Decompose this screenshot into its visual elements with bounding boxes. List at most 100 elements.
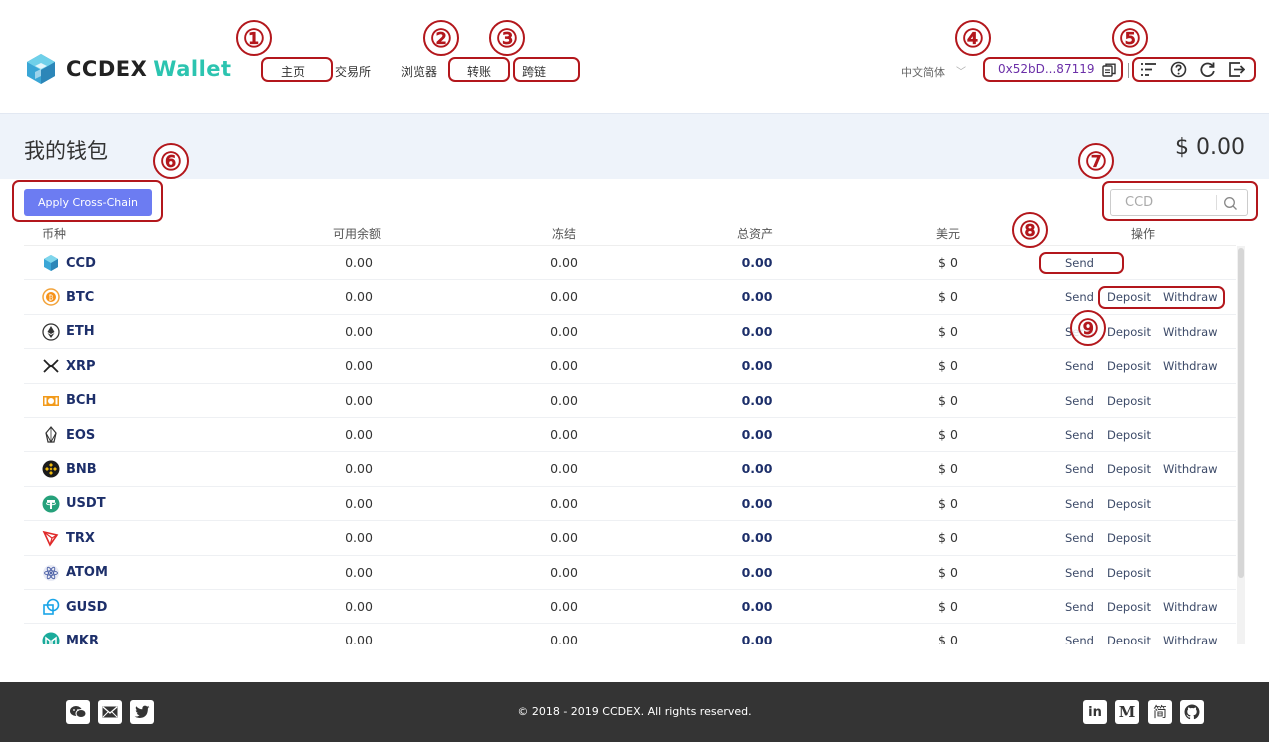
deposit-button[interactable]: Deposit bbox=[1107, 600, 1151, 614]
send-button[interactable]: Send bbox=[1065, 256, 1094, 270]
coin-name: EOS bbox=[66, 427, 96, 443]
nav-explorer[interactable]: 浏览器 bbox=[401, 63, 437, 80]
coin-name: USDT bbox=[66, 496, 106, 512]
top-header: CCDEX Wallet 主页 交易所 浏览器 转账 跨链 中文简体 ﹀ 0x52… bbox=[0, 0, 1269, 113]
coin-name: BNB bbox=[66, 461, 97, 477]
linkedin-glyph: in bbox=[1088, 704, 1102, 720]
coin-name: MKR bbox=[66, 633, 100, 644]
copy-icon[interactable] bbox=[1102, 63, 1116, 77]
usd-cell: $ 0 bbox=[938, 599, 958, 614]
send-button[interactable]: Send bbox=[1065, 566, 1094, 580]
send-button[interactable]: Send bbox=[1065, 497, 1094, 511]
table-header: 币种 可用余额 冻结 总资产 美元 操作 bbox=[24, 222, 1236, 246]
withdraw-button[interactable]: Withdraw bbox=[1163, 359, 1218, 373]
withdraw-button[interactable]: Withdraw bbox=[1163, 600, 1218, 614]
total-cell: 0.00 bbox=[741, 289, 773, 305]
annotation-number-2: ② bbox=[423, 20, 459, 56]
table-row: MKR 0.00 0.00 0.00 $ 0 Send Deposit Withdraw bbox=[24, 624, 1236, 644]
deposit-button[interactable]: Deposit bbox=[1107, 394, 1151, 408]
usd-cell: $ 0 bbox=[938, 633, 958, 644]
medium-glyph: M bbox=[1118, 703, 1136, 721]
send-button[interactable]: Send bbox=[1065, 394, 1094, 408]
brand-logo[interactable]: CCDEX Wallet bbox=[24, 52, 232, 86]
eos-icon bbox=[42, 426, 60, 444]
coin-cell: BNB bbox=[42, 460, 97, 478]
search-icon[interactable] bbox=[1223, 196, 1238, 211]
chevron-down-icon[interactable]: ﹀ bbox=[956, 63, 966, 78]
logout-icon[interactable] bbox=[1228, 61, 1245, 78]
annotation-number-8: ⑧ bbox=[1012, 212, 1048, 248]
brand-name: CCDEX Wallet bbox=[66, 57, 232, 81]
send-button[interactable]: Send bbox=[1065, 290, 1094, 304]
github-icon[interactable] bbox=[1180, 700, 1204, 724]
linkedin-icon[interactable]: in bbox=[1083, 700, 1107, 724]
frozen-cell: 0.00 bbox=[550, 633, 578, 644]
deposit-button[interactable]: Deposit bbox=[1107, 359, 1151, 373]
withdraw-button[interactable]: Withdraw bbox=[1163, 290, 1218, 304]
jianshu-icon[interactable]: 简 bbox=[1148, 700, 1172, 724]
send-button[interactable]: Send bbox=[1065, 462, 1094, 476]
send-button[interactable]: Send bbox=[1065, 428, 1094, 442]
total-cell: 0.00 bbox=[741, 599, 773, 614]
nav-home[interactable]: 主页 bbox=[281, 63, 305, 80]
col-coin: 币种 bbox=[42, 227, 67, 241]
coin-cell: ETH bbox=[42, 323, 95, 341]
nav-transfer[interactable]: 转账 bbox=[467, 63, 491, 80]
frozen-cell: 0.00 bbox=[550, 530, 578, 546]
available-cell: 0.00 bbox=[345, 358, 373, 374]
medium-icon[interactable]: M bbox=[1115, 700, 1139, 724]
coin-name: ATOM bbox=[66, 565, 108, 581]
total-cell: 0.00 bbox=[741, 392, 773, 408]
available-cell: 0.00 bbox=[345, 564, 373, 580]
frozen-cell: 0.00 bbox=[550, 255, 578, 270]
wallet-address: 0x52bD...87119 bbox=[998, 62, 1095, 76]
col-available: 可用余额 bbox=[333, 227, 382, 241]
annotation-number-7: ⑦ bbox=[1078, 143, 1114, 179]
withdraw-button[interactable]: Withdraw bbox=[1163, 634, 1218, 644]
usd-cell: $ 0 bbox=[938, 358, 958, 374]
deposit-button[interactable]: Deposit bbox=[1107, 531, 1151, 545]
coin-cell: TRX bbox=[42, 529, 95, 547]
table-row: ATOM 0.00 0.00 0.00 $ 0 Send Deposit bbox=[24, 556, 1236, 590]
total-cell: 0.00 bbox=[741, 427, 773, 442]
available-cell: 0.00 bbox=[345, 633, 373, 644]
send-button[interactable]: Send bbox=[1065, 359, 1094, 373]
scrollbar-thumb[interactable] bbox=[1238, 248, 1244, 578]
header-separator bbox=[1128, 63, 1129, 78]
deposit-button[interactable]: Deposit bbox=[1107, 428, 1151, 442]
send-button[interactable]: Send bbox=[1065, 531, 1094, 545]
help-icon[interactable] bbox=[1170, 61, 1187, 78]
frozen-cell: 0.00 bbox=[550, 392, 578, 408]
send-button[interactable]: Send bbox=[1065, 634, 1094, 644]
nav-crosschain[interactable]: 跨链 bbox=[522, 63, 546, 80]
available-cell: 0.00 bbox=[345, 255, 373, 270]
total-cell: 0.00 bbox=[741, 495, 773, 511]
list-icon[interactable] bbox=[1140, 61, 1157, 78]
frozen-cell: 0.00 bbox=[550, 495, 578, 511]
search-input[interactable] bbox=[1111, 190, 1215, 215]
annotation-number-9: ⑨ bbox=[1070, 310, 1106, 346]
deposit-button[interactable]: Deposit bbox=[1107, 290, 1151, 304]
withdraw-button[interactable]: Withdraw bbox=[1163, 325, 1218, 339]
available-cell: 0.00 bbox=[345, 289, 373, 305]
deposit-button[interactable]: Deposit bbox=[1107, 634, 1151, 644]
nav-exchange[interactable]: 交易所 bbox=[335, 63, 371, 80]
refresh-icon[interactable] bbox=[1199, 61, 1216, 78]
language-selector[interactable]: 中文简体 bbox=[901, 64, 945, 80]
deposit-button[interactable]: Deposit bbox=[1107, 325, 1151, 339]
coin-table-body: CCD 0.00 0.00 0.00 $ 0 Send ₿ BTC 0.00 0.00 0.00 $ … bbox=[24, 246, 1236, 644]
withdraw-button[interactable]: Withdraw bbox=[1163, 462, 1218, 476]
send-button[interactable]: Send bbox=[1065, 600, 1094, 614]
usd-cell: $ 0 bbox=[938, 495, 958, 511]
deposit-button[interactable]: Deposit bbox=[1107, 462, 1151, 476]
ccdex-logo-icon bbox=[27, 54, 55, 84]
coin-name: CCD bbox=[66, 255, 96, 271]
table-row: XRP 0.00 0.00 0.00 $ 0 Send Deposit Withdraw bbox=[24, 349, 1236, 384]
frozen-cell: 0.00 bbox=[550, 564, 578, 580]
deposit-button[interactable]: Deposit bbox=[1107, 566, 1151, 580]
apply-cross-chain-button[interactable]: Apply Cross-Chain bbox=[24, 189, 152, 216]
coin-cell: MKR bbox=[42, 632, 99, 644]
deposit-button[interactable]: Deposit bbox=[1107, 497, 1151, 511]
col-actions: 操作 bbox=[1131, 227, 1156, 241]
usd-cell: $ 0 bbox=[938, 392, 958, 408]
